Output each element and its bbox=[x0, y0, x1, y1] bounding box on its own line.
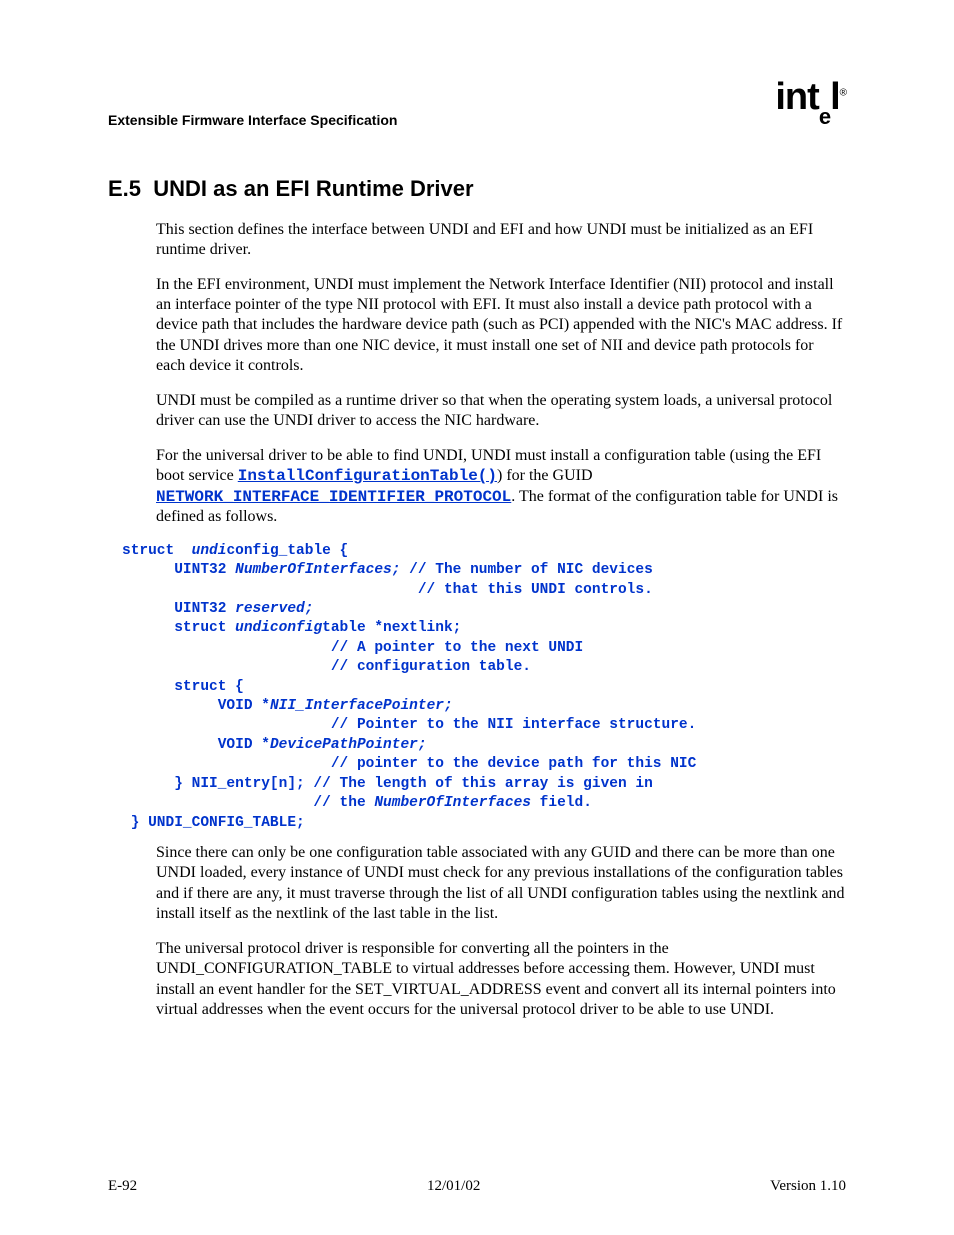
paragraph-2: In the EFI environment, UNDI must implem… bbox=[108, 275, 846, 377]
paragraph-5: Since there can only be one configuratio… bbox=[108, 843, 846, 925]
page: Extensible Firmware Interface Specificat… bbox=[0, 0, 954, 1235]
document-title: Extensible Firmware Interface Specificat… bbox=[108, 112, 397, 128]
footer-date: 12/01/02 bbox=[427, 1178, 480, 1195]
page-number: E-92 bbox=[108, 1178, 137, 1195]
nii-protocol-link[interactable]: NETWORK_INTERFACE_IDENTIFIER_PROTOCOL bbox=[156, 488, 511, 506]
header: Extensible Firmware Interface Specificat… bbox=[108, 80, 846, 128]
paragraph-1: This section defines the interface betwe… bbox=[108, 220, 846, 261]
footer: E-92 12/01/02 Version 1.10 bbox=[108, 1178, 846, 1195]
footer-version: Version 1.10 bbox=[770, 1178, 846, 1195]
paragraph-6: The universal protocol driver is respons… bbox=[108, 939, 846, 1021]
code-block: struct undiconfig_table { UINT32 NumberO… bbox=[108, 542, 846, 833]
section-heading: E.5 UNDI as an EFI Runtime Driver bbox=[108, 176, 846, 202]
paragraph-4: For the universal driver to be able to f… bbox=[108, 446, 846, 528]
paragraph-3: UNDI must be compiled as a runtime drive… bbox=[108, 391, 846, 432]
install-configuration-table-link[interactable]: InstallConfigurationTable() bbox=[238, 467, 497, 485]
intel-logo: intel® bbox=[775, 76, 846, 124]
